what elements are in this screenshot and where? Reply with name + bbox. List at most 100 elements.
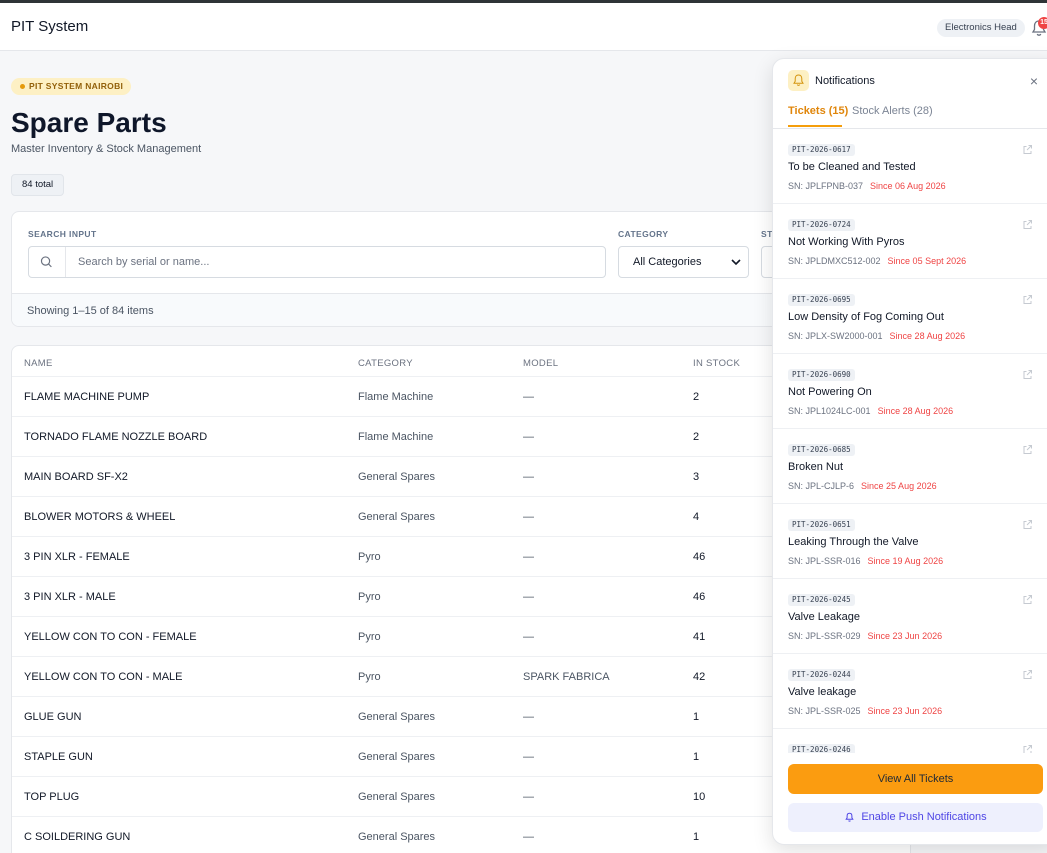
- ticket-serial-number: SN: JPL-SSR-025: [788, 706, 861, 716]
- enable-push-notifications-label: Enable Push Notifications: [861, 811, 987, 823]
- part-model: —: [523, 711, 534, 723]
- ticket-notification[interactable]: PIT-2026-0690 Not Powering On SN: JPL1024L…: [773, 354, 1047, 429]
- ticket-serial: SN: JPLDMXC512-002 Since 05 Sept 2026: [788, 256, 966, 266]
- enable-push-notifications-button[interactable]: Enable Push Notifications: [788, 803, 1043, 832]
- part-category: Flame Machine: [358, 391, 434, 403]
- part-in-stock: 2: [693, 431, 700, 443]
- part-category: General Spares: [358, 831, 436, 843]
- ticket-notification[interactable]: PIT-2026-0651 Leaking Through the Valve SN…: [773, 504, 1047, 579]
- category-select-value: All Categories: [633, 256, 702, 268]
- external-link-icon[interactable]: [1022, 744, 1033, 753]
- ticket-id: PIT-2026-0690: [788, 369, 855, 381]
- part-name: YELLOW CON TO CON - FEMALE: [24, 631, 197, 643]
- external-link-icon[interactable]: [1022, 144, 1033, 155]
- tab-tickets[interactable]: Tickets (15): [788, 105, 848, 117]
- external-link-icon[interactable]: [1022, 519, 1033, 530]
- part-category: Pyro: [358, 551, 381, 563]
- part-model: —: [523, 831, 534, 843]
- ticket-notification[interactable]: PIT-2026-0244 Valve leakage SN: JPL-SSR-02…: [773, 654, 1047, 729]
- ticket-id: PIT-2026-0651: [788, 519, 855, 531]
- ticket-serial-number: SN: JPLX-SW2000-001: [788, 331, 883, 341]
- chevron-down-icon: [731, 259, 741, 266]
- part-category: Pyro: [358, 591, 381, 603]
- view-all-tickets-button[interactable]: View All Tickets: [788, 764, 1043, 794]
- part-name: YELLOW CON TO CON - MALE: [24, 671, 183, 683]
- column-header-model[interactable]: MODEL: [523, 358, 558, 369]
- external-link-icon[interactable]: [1022, 219, 1033, 230]
- external-link-icon[interactable]: [1022, 594, 1033, 605]
- column-header-in-stock[interactable]: IN STOCK: [693, 358, 740, 369]
- location-badge-label: PIT SYSTEM NAIROBI: [29, 81, 124, 91]
- ticket-title: Not Working With Pyros: [788, 236, 905, 248]
- part-in-stock: 1: [693, 751, 700, 763]
- bell-icon: [845, 812, 854, 822]
- bell-icon: [788, 70, 809, 91]
- ticket-since: Since 23 Jun 2026: [867, 706, 943, 716]
- part-model: —: [523, 591, 534, 603]
- ticket-serial-number: SN: JPLFPNB-037: [788, 181, 864, 191]
- search-icon: [40, 247, 66, 277]
- part-in-stock: 1: [693, 831, 700, 843]
- part-model: —: [523, 511, 534, 523]
- ticket-notification[interactable]: PIT-2026-0724 Not Working With Pyros SN: J…: [773, 204, 1047, 279]
- part-in-stock: 46: [693, 591, 706, 603]
- app-title[interactable]: PIT System: [11, 18, 88, 35]
- external-link-icon[interactable]: [1022, 669, 1033, 680]
- total-count-chip: 84 total: [11, 174, 65, 196]
- ticket-serial: SN: JPLX-SW2000-001 Since 28 Aug 2026: [788, 331, 965, 341]
- part-name: STAPLE GUN: [24, 751, 93, 763]
- part-name: GLUE GUN: [24, 711, 82, 723]
- external-link-icon[interactable]: [1022, 294, 1033, 305]
- part-category: Pyro: [358, 671, 381, 683]
- ticket-since: Since 25 Aug 2026: [861, 481, 937, 491]
- close-icon[interactable]: ×: [1027, 74, 1041, 88]
- ticket-serial: SN: JPL-SSR-029 Since 23 Jun 2026: [788, 631, 942, 641]
- ticket-since: Since 05 Sept 2026: [887, 256, 967, 266]
- ticket-serial: SN: JPL-CJLP-6 Since 25 Aug 2026: [788, 481, 937, 491]
- status-label: ST: [761, 229, 773, 239]
- ticket-serial-number: SN: JPLDMXC512-002: [788, 256, 881, 266]
- part-name: BLOWER MOTORS & WHEEL: [24, 511, 176, 523]
- column-header-name[interactable]: NAME: [24, 358, 53, 369]
- ticket-since: Since 19 Aug 2026: [867, 556, 944, 566]
- ticket-notification[interactable]: PIT-2026-0617 To be Cleaned and Tested SN:…: [773, 129, 1047, 204]
- page-title: Spare Parts: [11, 107, 167, 138]
- ticket-notification[interactable]: PIT-2026-0245 Valve Leakage SN: JPL-SSR-02…: [773, 579, 1047, 654]
- part-in-stock: 4: [693, 511, 700, 523]
- external-link-icon[interactable]: [1022, 444, 1033, 455]
- search-placeholder: Search by serial or name...: [78, 256, 210, 268]
- part-in-stock: 10: [693, 791, 706, 803]
- results-summary: Showing 1–15 of 84 items: [27, 305, 154, 317]
- external-link-icon[interactable]: [1022, 369, 1033, 380]
- ticket-since: Since 06 Aug 2026: [870, 181, 946, 191]
- ticket-serial: SN: JPL-SSR-025 Since 23 Jun 2026: [788, 706, 942, 716]
- ticket-notification[interactable]: PIT-2026-0246: [773, 729, 1047, 753]
- part-model: —: [523, 431, 534, 443]
- ticket-serial: SN: JPL1024LC-001 Since 28 Aug 2026: [788, 406, 953, 416]
- search-input[interactable]: Search by serial or name...: [28, 246, 606, 278]
- part-model: —: [523, 791, 534, 803]
- part-name: 3 PIN XLR - FEMALE: [24, 551, 130, 563]
- part-model: —: [523, 391, 534, 403]
- ticket-notification[interactable]: PIT-2026-0685 Broken Nut SN: JPL-CJLP-6 Sin…: [773, 429, 1047, 504]
- part-in-stock: 46: [693, 551, 706, 563]
- category-select[interactable]: All Categories: [618, 246, 749, 278]
- tab-stock-alerts[interactable]: Stock Alerts (28): [852, 105, 933, 117]
- ticket-id: PIT-2026-0617: [788, 144, 855, 156]
- ticket-serial-number: SN: JPL1024LC-001: [788, 406, 871, 416]
- column-header-category[interactable]: CATEGORY: [358, 358, 413, 369]
- ticket-title: Not Powering On: [788, 386, 872, 398]
- part-in-stock: 41: [693, 631, 706, 643]
- ticket-id: PIT-2026-0685: [788, 444, 855, 456]
- ticket-since: Since 23 Jun 2026: [867, 631, 943, 641]
- ticket-notification[interactable]: PIT-2026-0695 Low Density of Fog Coming O…: [773, 279, 1047, 354]
- ticket-serial: SN: JPLFPNB-037 Since 06 Aug 2026: [788, 181, 946, 191]
- part-name: 3 PIN XLR - MALE: [24, 591, 116, 603]
- category-label: CATEGORY: [618, 229, 669, 239]
- ticket-list: PIT-2026-0617 To be Cleaned and Tested SN:…: [773, 129, 1047, 753]
- page-subtitle: Master Inventory & Stock Management: [11, 143, 202, 155]
- role-badge[interactable]: Electronics Head: [937, 19, 1025, 37]
- notifications-panel: Notifications × Tickets (15) Stock Alert…: [772, 58, 1047, 845]
- ticket-since: Since 28 Aug 2026: [889, 331, 966, 341]
- part-in-stock: 3: [693, 471, 700, 483]
